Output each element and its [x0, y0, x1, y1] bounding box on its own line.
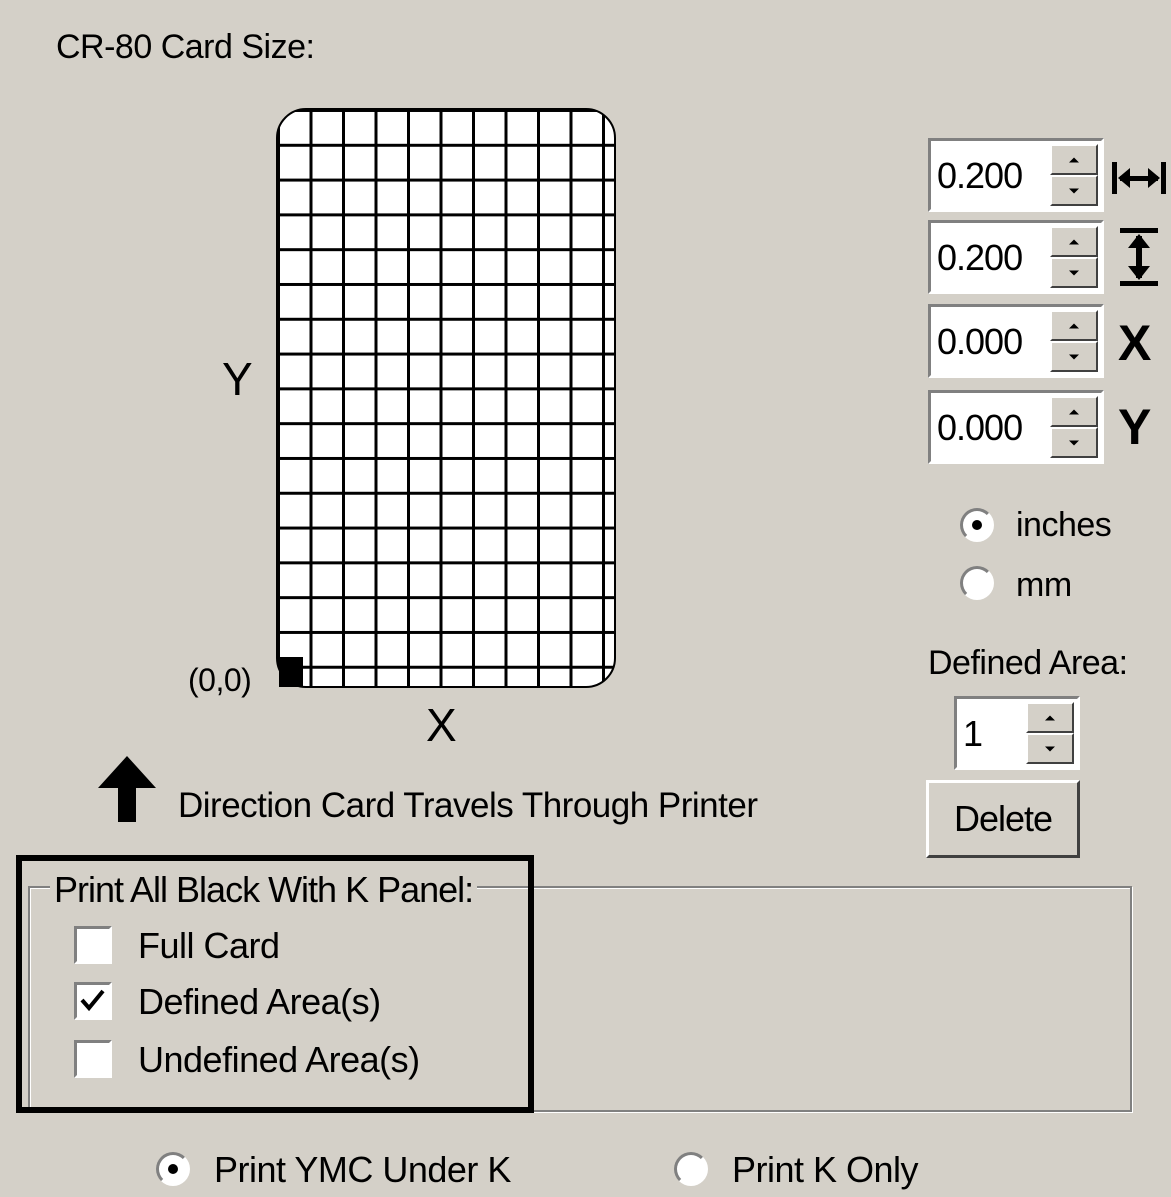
width-up-button[interactable] — [1050, 144, 1098, 175]
up-arrow-icon — [98, 756, 156, 822]
y-icon: Y — [1118, 399, 1152, 455]
x-position-value[interactable]: 0.000 — [937, 321, 1023, 363]
x-down-button[interactable] — [1050, 341, 1098, 372]
defined-area-up-button[interactable] — [1026, 702, 1074, 733]
print-ymc-under-k-radio[interactable] — [156, 1152, 190, 1186]
origin-label: (0,0) — [188, 662, 252, 698]
vertical-height-icon — [1120, 228, 1158, 286]
mm-label: mm — [1016, 566, 1072, 604]
print-ymc-under-k-label: Print YMC Under K — [214, 1149, 511, 1190]
width-down-button[interactable] — [1050, 175, 1098, 206]
undefined-areas-checkbox[interactable] — [74, 1040, 112, 1078]
undefined-areas-label: Undefined Area(s) — [138, 1039, 420, 1080]
inches-label: inches — [1016, 506, 1112, 544]
height-down-button[interactable] — [1050, 257, 1098, 288]
k-panel-title: Print All Black With K Panel: — [50, 869, 478, 911]
x-icon: X — [1118, 315, 1152, 371]
defined-area-label: Defined Area: — [928, 644, 1128, 682]
width-value[interactable]: 0.200 — [937, 155, 1023, 197]
defined-area-value[interactable]: 1 — [963, 713, 983, 755]
height-value[interactable]: 0.200 — [937, 237, 1023, 279]
x-up-button[interactable] — [1050, 310, 1098, 341]
full-card-checkbox[interactable] — [74, 926, 112, 964]
y-position-field[interactable]: 0.000 — [928, 390, 1104, 464]
height-field[interactable]: 0.200 — [928, 220, 1104, 294]
height-up-button[interactable] — [1050, 226, 1098, 257]
card-size-title: CR-80 Card Size: — [56, 28, 315, 66]
width-field[interactable]: 0.200 — [928, 138, 1104, 212]
delete-button[interactable]: Delete — [926, 780, 1080, 858]
defined-area-field[interactable]: 1 — [954, 696, 1080, 770]
full-card-label: Full Card — [138, 925, 280, 966]
x-position-field[interactable]: 0.000 — [928, 304, 1104, 378]
y-axis-label: Y — [222, 353, 253, 405]
direction-label: Direction Card Travels Through Printer — [178, 786, 758, 825]
x-axis-label: X — [426, 699, 457, 751]
checkmark-icon — [80, 989, 105, 1012]
inches-radio[interactable] — [960, 508, 994, 542]
print-k-only-radio[interactable] — [674, 1152, 708, 1186]
y-up-button[interactable] — [1050, 396, 1098, 427]
defined-area-down-button[interactable] — [1026, 733, 1074, 764]
defined-areas-label: Defined Area(s) — [138, 981, 381, 1022]
horizontal-width-icon — [1112, 162, 1166, 194]
origin-marker — [279, 657, 303, 687]
card-grid[interactable] — [276, 108, 616, 688]
y-position-value[interactable]: 0.000 — [937, 407, 1023, 449]
print-k-only-label: Print K Only — [732, 1149, 919, 1190]
y-down-button[interactable] — [1050, 427, 1098, 458]
mm-radio[interactable] — [960, 566, 994, 600]
defined-areas-checkbox[interactable] — [74, 982, 112, 1020]
